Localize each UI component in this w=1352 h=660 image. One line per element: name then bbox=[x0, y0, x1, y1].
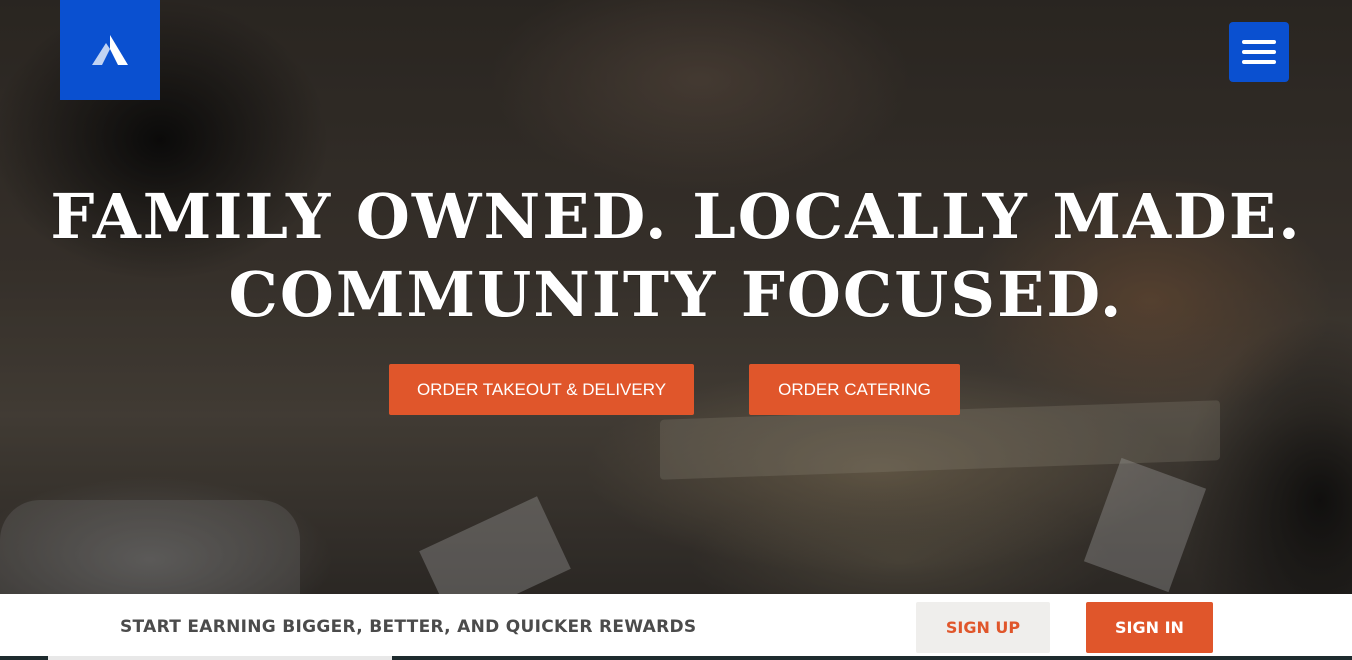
hero-headline: FAMILY OWNED. LOCALLY MADE. COMMUNITY FO… bbox=[0, 178, 1352, 334]
bottom-strip bbox=[0, 656, 1352, 660]
order-catering-button[interactable]: ORDER CATERING bbox=[749, 364, 960, 415]
headline-line-1: FAMILY OWNED. LOCALLY MADE. bbox=[50, 180, 1302, 253]
sign-in-button[interactable]: SIGN IN bbox=[1086, 602, 1213, 653]
mountain-a-logo-icon bbox=[92, 35, 128, 65]
order-takeout-delivery-button[interactable]: ORDER TAKEOUT & DELIVERY bbox=[389, 364, 694, 415]
home-logo-link[interactable] bbox=[60, 0, 160, 100]
rewards-text: START EARNING BIGGER, BETTER, AND QUICKE… bbox=[120, 617, 697, 637]
hamburger-menu-icon bbox=[1242, 60, 1276, 64]
hamburger-menu-icon bbox=[1242, 40, 1276, 44]
hamburger-menu-icon bbox=[1242, 50, 1276, 54]
sign-up-button[interactable]: SIGN UP bbox=[916, 602, 1050, 653]
rewards-bar: START EARNING BIGGER, BETTER, AND QUICKE… bbox=[0, 594, 1352, 660]
bottom-strip-segment bbox=[48, 656, 392, 660]
headline-line-2: COMMUNITY FOCUSED. bbox=[228, 258, 1124, 331]
hamburger-menu-button[interactable] bbox=[1229, 22, 1289, 82]
